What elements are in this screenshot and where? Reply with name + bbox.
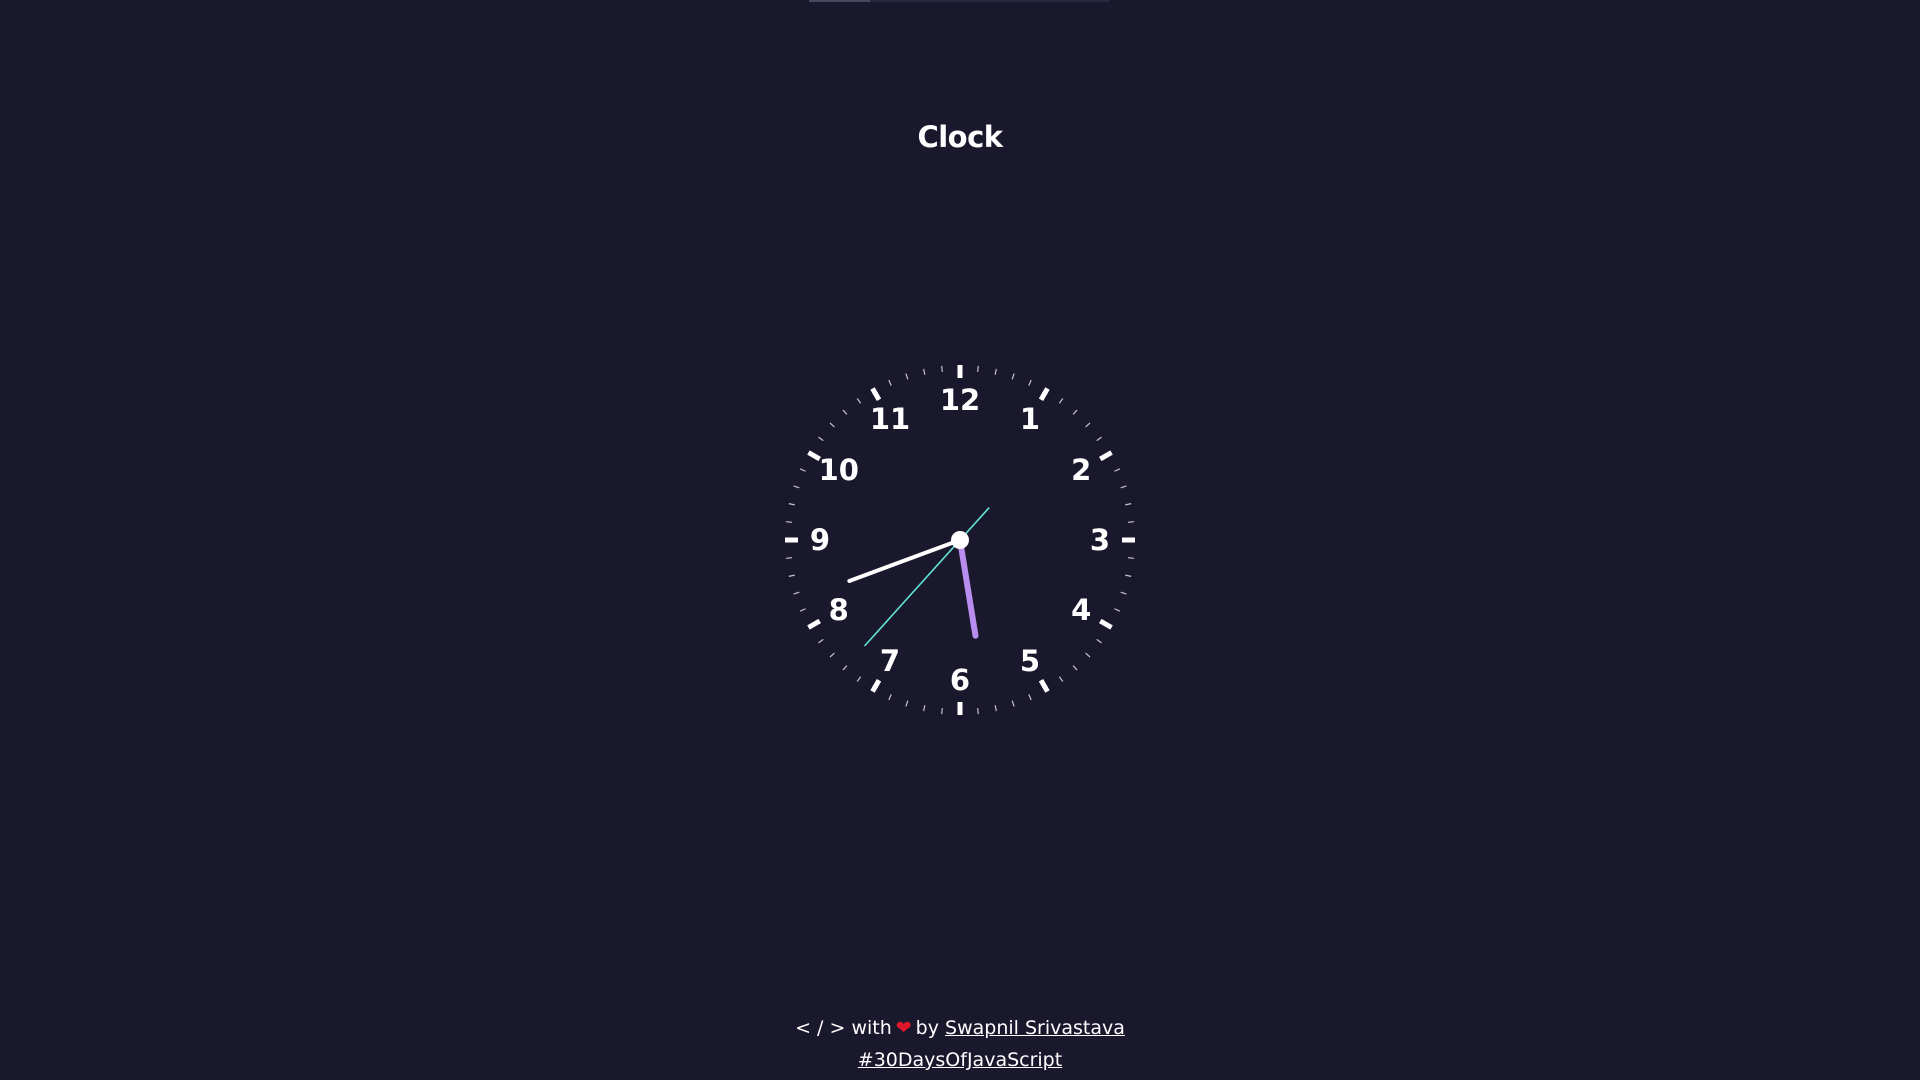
minute-tick [818, 436, 824, 442]
by-text: by [915, 1017, 939, 1039]
minute-hand [847, 538, 962, 583]
clock-numeral: 4 [1071, 593, 1091, 627]
clock-numeral: 2 [1071, 453, 1091, 487]
hour-tick [870, 679, 882, 693]
minute-tick [785, 521, 792, 523]
minute-tick [818, 638, 824, 644]
minute-tick [1072, 409, 1078, 415]
clock-numeral: 5 [1020, 644, 1040, 678]
minute-tick [1096, 436, 1102, 442]
clock-face: 12 12 3 45 6 78 9 10 11 [785, 365, 1135, 715]
minute-tick [829, 652, 835, 658]
clock-numeral: 1 [1020, 402, 1040, 436]
minute-tick [1085, 652, 1091, 658]
minute-tick [856, 398, 862, 404]
footer-hashtag-line: #30DaysOfJavaScript [0, 1044, 1920, 1076]
hashtag-link[interactable]: #30DaysOfJavaScript [858, 1049, 1062, 1071]
clock-numeral: 10 [819, 453, 859, 487]
minute-tick [994, 705, 997, 712]
clock-center [951, 531, 969, 549]
minute-tick [788, 503, 795, 506]
analog-clock: 12 1 2 3 4 5 6 7 8 9 10 11 [780, 360, 1140, 720]
clock-numeral: 3 [1090, 523, 1110, 557]
footer: < / > with ❤ by Swapnil Srivastava #30Days… [0, 1012, 1920, 1076]
minute-tick [888, 379, 892, 386]
hour-tick [1099, 618, 1113, 630]
minute-tick [1120, 591, 1127, 595]
page-title: Clock [917, 120, 1003, 154]
minute-tick [1058, 676, 1064, 682]
minute-tick [1085, 422, 1091, 428]
minute-tick [1128, 557, 1135, 559]
minute-tick [905, 700, 909, 707]
minute-tick [941, 365, 943, 372]
clock-numeral: 8 [829, 593, 849, 627]
minute-tick [1011, 700, 1015, 707]
minute-tick [905, 373, 909, 380]
minute-tick [888, 694, 892, 701]
minute-tick [1072, 665, 1078, 671]
minute-tick [788, 574, 795, 577]
minute-tick [842, 409, 848, 415]
minute-tick [923, 705, 926, 712]
minute-tick [793, 591, 800, 595]
clock-numeral: 7 [880, 644, 900, 678]
minute-tick [977, 708, 979, 715]
clock-numeral: 9 [810, 523, 830, 557]
minute-tick [799, 468, 806, 472]
footer-credit-line: < / > with ❤ by Swapnil Srivastava [0, 1012, 1920, 1044]
hour-tick [807, 618, 821, 630]
hour-tick [1038, 679, 1050, 693]
minute-tick [1028, 694, 1032, 701]
top-progress-bar [809, 0, 1109, 2]
minute-tick [856, 676, 862, 682]
minute-tick [1120, 485, 1127, 489]
minute-tick [799, 608, 806, 612]
minute-tick [1114, 468, 1121, 472]
minute-tick [829, 422, 835, 428]
code-with-text: < / > with [795, 1017, 892, 1039]
minute-tick [994, 368, 997, 375]
author-link[interactable]: Swapnil Srivastava [945, 1017, 1125, 1039]
minute-tick [1011, 373, 1015, 380]
minute-tick [1125, 503, 1132, 506]
clock-numeral: 12 [940, 383, 980, 417]
heart-icon: ❤ [895, 1017, 912, 1039]
second-hand [864, 507, 990, 647]
hour-tick [1038, 387, 1050, 401]
top-progress-segment [809, 0, 870, 2]
minute-tick [1125, 574, 1132, 577]
minute-tick [1028, 379, 1032, 386]
minute-tick [1096, 638, 1102, 644]
minute-tick [785, 557, 792, 559]
clock-numeral: 11 [870, 402, 910, 436]
minute-tick [793, 485, 800, 489]
clock-numeral: 6 [950, 663, 970, 697]
hour-hand [957, 537, 979, 639]
hour-tick [870, 387, 882, 401]
minute-tick [923, 368, 926, 375]
minute-tick [1128, 521, 1135, 523]
hour-tick [1099, 450, 1113, 462]
minute-tick [842, 665, 848, 671]
minute-tick [1058, 398, 1064, 404]
minute-tick [1114, 608, 1121, 612]
minute-tick [977, 365, 979, 372]
minute-tick [941, 708, 943, 715]
